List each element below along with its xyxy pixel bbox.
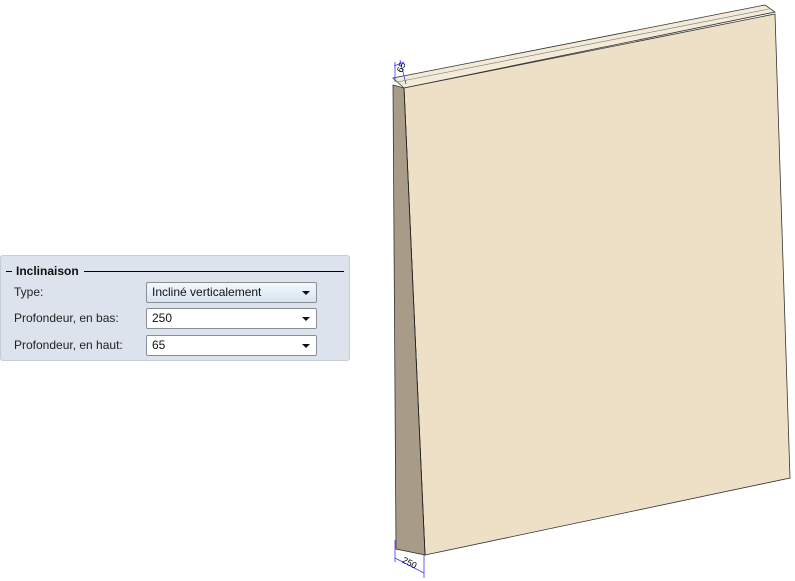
inclinaison-group-header: Inclinaison	[6, 264, 344, 278]
type-value: Incliné verticalement	[152, 285, 262, 299]
top-depth-combo[interactable]: 65	[146, 335, 317, 356]
chevron-down-icon	[302, 317, 310, 321]
type-label: Type:	[14, 285, 44, 299]
chevron-down-icon	[302, 291, 310, 295]
chevron-down-icon	[302, 344, 310, 348]
group-title: Inclinaison	[16, 264, 79, 278]
inclinaison-panel: Inclinaison Type: Incliné verticalement …	[0, 255, 350, 361]
bottom-depth-combo[interactable]: 250	[146, 308, 317, 329]
bottom-depth-value: 250	[152, 311, 173, 325]
top-depth-value: 65	[152, 338, 166, 352]
top-depth-label: Profondeur, en haut:	[14, 338, 123, 352]
type-select[interactable]: Incliné verticalement	[146, 282, 317, 303]
panel-face	[403, 13, 791, 556]
collapse-icon[interactable]	[6, 270, 12, 272]
bottom-depth-label: Profondeur, en bas:	[14, 311, 119, 325]
divider	[83, 270, 344, 272]
dimension-bottom-label: 250	[401, 555, 419, 571]
dimension-top-label: 65	[395, 61, 408, 74]
